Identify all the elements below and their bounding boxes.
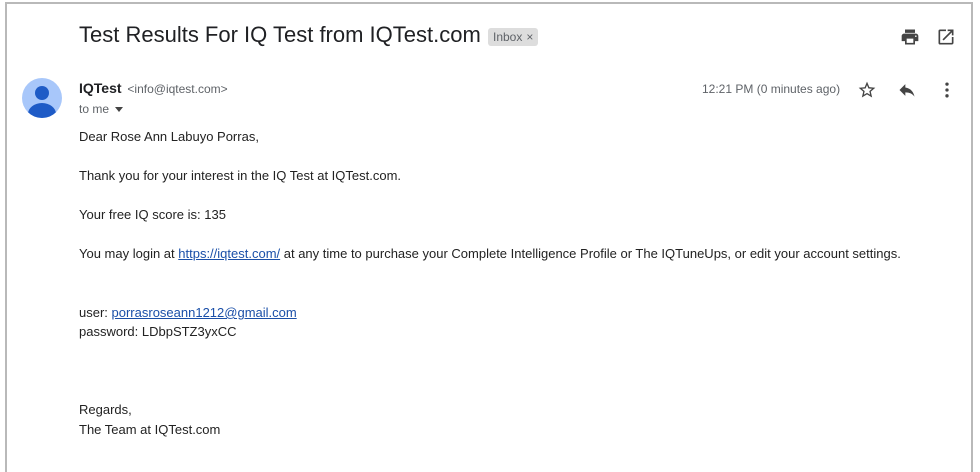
reply-icon — [899, 84, 915, 97]
body-signature: The Team at IQTest.com — [79, 422, 221, 437]
more-options-button[interactable] — [935, 78, 959, 102]
open-in-new-window-icon — [938, 29, 954, 45]
login-suffix-text: at any time to purchase your Complete In… — [280, 246, 901, 261]
print-icon — [901, 29, 919, 45]
label-chip-text: Inbox — [493, 30, 523, 44]
body-login-paragraph: You may login at https://iqtest.com/ at … — [79, 246, 901, 261]
iqtest-site-link[interactable]: https://iqtest.com/ — [178, 246, 280, 261]
login-prefix-text: You may login at — [79, 246, 179, 261]
user-email-link[interactable]: porrasroseann1212@gmail.com — [112, 305, 297, 320]
chevron-down-icon — [115, 107, 124, 113]
body-score: Your free IQ score is: 135 — [79, 207, 226, 222]
star-button[interactable] — [855, 78, 879, 102]
more-vert-icon — [945, 82, 949, 98]
inbox-label-chip: Inbox × — [488, 28, 539, 46]
sender-avatar — [22, 78, 62, 118]
body-password-line: password: LDbpSTZ3yxCC — [79, 324, 237, 339]
email-view-frame — [5, 2, 973, 472]
email-subject: Test Results For IQ Test from IQTest.com — [79, 22, 481, 47]
sender-line: IQTest <info@iqtest.com> — [79, 80, 228, 96]
reply-button[interactable] — [895, 78, 919, 102]
body-thanks: Thank you for your interest in the IQ Te… — [79, 168, 402, 183]
recipient-details-toggle[interactable]: to me — [79, 102, 124, 116]
body-regards: Regards, — [79, 402, 132, 417]
sender-email: <info@iqtest.com> — [127, 82, 228, 96]
person-avatar-icon — [28, 86, 56, 118]
body-greeting: Dear Rose Ann Labuyo Porras, — [79, 129, 259, 144]
body-user-line: user: porrasroseann1212@gmail.com — [79, 305, 297, 320]
star-icon — [858, 81, 876, 98]
recipient-label: to me — [79, 102, 110, 116]
user-label: user: — [79, 305, 112, 320]
print-all-button[interactable] — [898, 25, 922, 49]
email-timestamp: 12:21 PM (0 minutes ago) — [702, 82, 841, 96]
sender-name[interactable]: IQTest — [79, 80, 122, 96]
remove-label-button[interactable]: × — [526, 30, 533, 44]
open-in-new-window-button[interactable] — [934, 25, 958, 49]
